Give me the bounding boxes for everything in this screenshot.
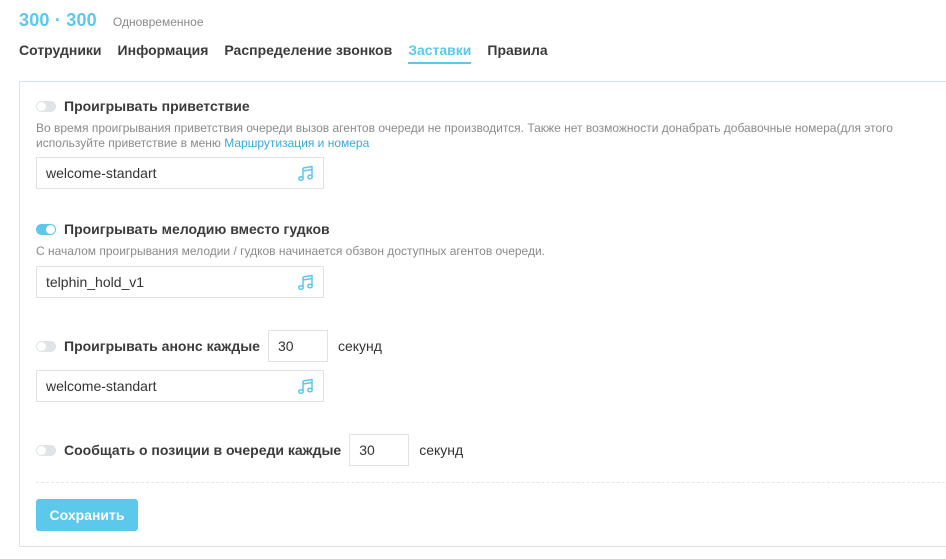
music-note-icon[interactable] bbox=[297, 165, 314, 182]
greeting-description-text: Во время проигрывания приветствия очеред… bbox=[36, 121, 893, 150]
greeting-toggle[interactable] bbox=[36, 100, 56, 112]
page-header: 300 · 300 Одновременное bbox=[19, 10, 204, 31]
toggle-knob bbox=[37, 445, 46, 455]
hold-melody-sound-select[interactable]: telphin_hold_v1 bbox=[36, 266, 324, 298]
announce-interval-input[interactable] bbox=[267, 330, 328, 362]
hold-melody-description: С началом проигрывания мелодии / гудков … bbox=[36, 244, 545, 258]
position-toggle[interactable] bbox=[36, 444, 56, 456]
music-note-icon[interactable] bbox=[297, 378, 314, 395]
announce-row: Проигрывать анонс каждые секунд bbox=[36, 330, 382, 362]
announce-sound-select[interactable]: welcome-standart bbox=[36, 370, 324, 402]
greeting-label: Проигрывать приветствие bbox=[64, 98, 250, 114]
toggle-knob bbox=[37, 101, 46, 111]
music-note-icon[interactable] bbox=[297, 274, 314, 291]
toggle-knob bbox=[46, 224, 55, 234]
position-interval-input[interactable] bbox=[349, 434, 410, 466]
hold-melody-sound-value: telphin_hold_v1 bbox=[46, 274, 145, 290]
queue-title: 300 · 300 bbox=[19, 10, 97, 30]
tab-employees[interactable]: Сотрудники bbox=[19, 42, 102, 64]
greeting-description: Во время проигрывания приветствия очеред… bbox=[36, 121, 926, 151]
greeting-row: Проигрывать приветствие bbox=[36, 98, 250, 114]
announce-toggle[interactable] bbox=[36, 340, 56, 352]
settings-panel: Проигрывать приветствие Во время проигры… bbox=[19, 81, 946, 547]
tab-information[interactable]: Информация bbox=[118, 42, 209, 64]
save-button[interactable]: Сохранить bbox=[36, 499, 138, 531]
tab-rules[interactable]: Правила bbox=[487, 42, 547, 64]
announce-label: Проигрывать анонс каждые bbox=[64, 338, 260, 354]
tab-screensavers[interactable]: Заставки bbox=[408, 42, 472, 64]
announce-unit: секунд bbox=[337, 338, 382, 354]
position-row: Сообщать о позиции в очереди каждые секу… bbox=[36, 434, 463, 466]
position-label: Сообщать о позиции в очереди каждые bbox=[64, 442, 342, 458]
position-unit: секунд bbox=[419, 442, 464, 458]
hold-melody-row: Проигрывать мелодию вместо гудков bbox=[36, 221, 330, 237]
announce-sound-value: welcome-standart bbox=[46, 378, 157, 394]
tab-bar: Сотрудники Информация Распределение звон… bbox=[19, 42, 564, 64]
hold-melody-toggle[interactable] bbox=[36, 223, 56, 235]
tab-call-distribution[interactable]: Распределение звонков bbox=[224, 42, 392, 64]
toggle-knob bbox=[37, 341, 46, 351]
greeting-sound-value: welcome-standart bbox=[46, 165, 157, 181]
divider bbox=[36, 482, 946, 483]
queue-strategy: Одновременное bbox=[112, 15, 204, 29]
hold-melody-label: Проигрывать мелодию вместо гудков bbox=[64, 221, 330, 237]
routing-link[interactable]: Маршрутизация и номера bbox=[224, 136, 369, 150]
greeting-sound-select[interactable]: welcome-standart bbox=[36, 157, 324, 189]
